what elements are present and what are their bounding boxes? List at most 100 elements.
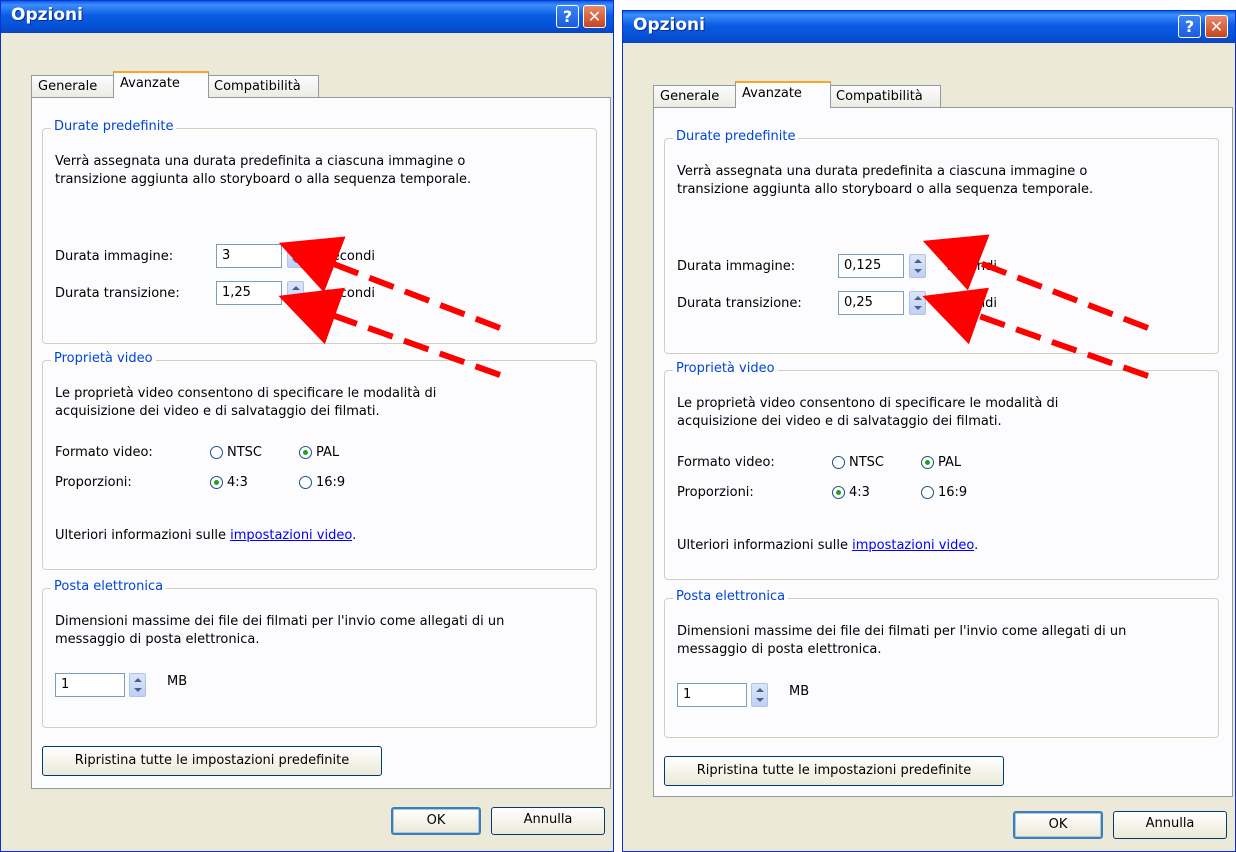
durata-immagine-unit: secondi — [325, 249, 375, 264]
tab-panel-avanzate: Durate predefinite Verrà assegnata una d… — [653, 107, 1233, 797]
video-description-line2: acquisizione dei video e di salvataggio … — [677, 414, 1002, 429]
video-info-suffix: . — [974, 538, 979, 553]
durata-transizione-label: Durata transizione: — [677, 296, 802, 311]
close-icon[interactable]: ✕ — [583, 5, 606, 28]
video-info-prefix: Ulteriori informazioni sulle — [55, 528, 226, 543]
ok-button[interactable]: OK — [391, 807, 481, 835]
ok-button[interactable]: OK — [1013, 811, 1103, 839]
mail-size-input[interactable]: 1 — [55, 673, 125, 697]
radio-16-9-label[interactable]: 16:9 — [316, 474, 345, 491]
radio-ntsc[interactable] — [832, 456, 845, 469]
cancel-button[interactable]: Annulla — [491, 807, 605, 835]
radio-16-9[interactable] — [921, 486, 934, 499]
durate-description-line1: Verrà assegnata una durata predefinita a… — [677, 164, 1088, 179]
radio-4-3[interactable] — [832, 486, 845, 499]
group-posta-elettronica: Posta elettronica Dimensioni massime dei… — [664, 589, 1219, 738]
mail-size-unit: MB — [167, 674, 188, 689]
options-dialog-left: Opzioni ? ✕ Generale Avanzate Compatibil… — [0, 0, 614, 852]
tab-panel-avanzate: Durate predefinite Verrà assegnata una d… — [31, 97, 611, 789]
mail-description-line1: Dimensioni massime dei file dei filmati … — [677, 624, 1127, 639]
radio-pal-label[interactable]: PAL — [938, 454, 961, 471]
durate-description-line2: transizione aggiunta allo storyboard o a… — [55, 172, 472, 187]
video-description-line1: Le proprietà video consentono di specifi… — [55, 386, 437, 401]
video-info-text: Ulteriori informazioni sulle impostazion… — [55, 527, 356, 544]
legend-posta: Posta elettronica — [51, 579, 167, 594]
close-icon[interactable]: ✕ — [1205, 15, 1228, 38]
radio-pal[interactable] — [921, 456, 934, 469]
title-bar[interactable]: Opzioni ? ✕ — [1, 1, 613, 33]
group-durate-predefinite: Durate predefinite Verrà assegnata una d… — [664, 129, 1219, 354]
legend-video: Proprietà video — [673, 361, 778, 376]
mail-size-spinner[interactable] — [129, 673, 146, 697]
mail-size-unit: MB — [789, 684, 810, 699]
durata-transizione-unit: secondi — [947, 296, 997, 311]
legend-video: Proprietà video — [51, 351, 156, 366]
mail-description-line2: messaggio di posta elettronica. — [55, 632, 260, 647]
durata-immagine-spinner[interactable] — [287, 244, 304, 268]
impostazioni-video-link[interactable]: impostazioni video — [230, 528, 352, 543]
durata-immagine-input[interactable]: 0,125 — [838, 254, 904, 278]
video-description-line1: Le proprietà video consentono di specifi… — [677, 396, 1059, 411]
video-description-line2: acquisizione dei video e di salvataggio … — [55, 404, 380, 419]
tab-avanzate[interactable]: Avanzate — [735, 81, 831, 108]
tab-strip: Generale Avanzate Compatibilità — [653, 81, 1213, 108]
radio-pal[interactable] — [299, 446, 312, 459]
durata-transizione-unit: secondi — [325, 286, 375, 301]
title-bar[interactable]: Opzioni ? ✕ — [623, 11, 1235, 43]
reset-defaults-button[interactable]: Ripristina tutte le impostazioni predefi… — [664, 756, 1004, 786]
mail-description-line1: Dimensioni massime dei file dei filmati … — [55, 614, 505, 629]
impostazioni-video-link[interactable]: impostazioni video — [852, 538, 974, 553]
radio-16-9[interactable] — [299, 476, 312, 489]
tab-compatibilita[interactable]: Compatibilità — [829, 85, 941, 107]
durata-immagine-unit: secondi — [947, 259, 997, 274]
legend-durate: Durate predefinite — [51, 119, 177, 134]
formato-video-label: Formato video: — [677, 455, 775, 470]
video-info-text: Ulteriori informazioni sulle impostazion… — [677, 537, 978, 554]
radio-ntsc[interactable] — [210, 446, 223, 459]
durate-description-line1: Verrà assegnata una durata predefinita a… — [55, 154, 466, 169]
durata-immagine-input[interactable]: 3 — [216, 244, 282, 268]
durate-description-line2: transizione aggiunta allo storyboard o a… — [677, 182, 1094, 197]
legend-durate: Durate predefinite — [673, 129, 799, 144]
group-proprieta-video: Proprietà video Le proprietà video conse… — [664, 361, 1219, 580]
help-icon[interactable]: ? — [1178, 15, 1201, 38]
formato-video-label: Formato video: — [55, 445, 153, 460]
tab-generale[interactable]: Generale — [31, 75, 115, 97]
durata-transizione-input[interactable]: 0,25 — [838, 291, 904, 315]
mail-size-spinner[interactable] — [751, 683, 768, 707]
radio-ntsc-label[interactable]: NTSC — [849, 454, 884, 471]
tab-avanzate[interactable]: Avanzate — [113, 71, 209, 98]
video-info-suffix: . — [352, 528, 357, 543]
proporzioni-label: Proporzioni: — [55, 475, 132, 490]
durata-immagine-label: Durata immagine: — [55, 249, 174, 264]
proporzioni-label: Proporzioni: — [677, 485, 754, 500]
mail-size-input[interactable]: 1 — [677, 683, 747, 707]
radio-16-9-label[interactable]: 16:9 — [938, 484, 967, 501]
help-icon[interactable]: ? — [556, 5, 579, 28]
radio-pal-label[interactable]: PAL — [316, 444, 339, 461]
durata-immagine-spinner[interactable] — [909, 254, 926, 278]
radio-4-3-label[interactable]: 4:3 — [849, 484, 870, 501]
durata-transizione-spinner[interactable] — [909, 291, 926, 315]
cancel-button[interactable]: Annulla — [1113, 811, 1227, 839]
tab-compatibilita[interactable]: Compatibilità — [207, 75, 319, 97]
radio-4-3-label[interactable]: 4:3 — [227, 474, 248, 491]
durata-transizione-spinner[interactable] — [287, 281, 304, 305]
group-durate-predefinite: Durate predefinite Verrà assegnata una d… — [42, 119, 597, 344]
window-title: Opzioni — [633, 15, 705, 35]
window-title: Opzioni — [11, 5, 83, 25]
radio-4-3[interactable] — [210, 476, 223, 489]
reset-defaults-button[interactable]: Ripristina tutte le impostazioni predefi… — [42, 746, 382, 776]
durata-transizione-label: Durata transizione: — [55, 286, 180, 301]
tab-generale[interactable]: Generale — [653, 85, 737, 107]
group-proprieta-video: Proprietà video Le proprietà video conse… — [42, 351, 597, 570]
options-dialog-right: Opzioni ? ✕ Generale Avanzate Compatibil… — [622, 10, 1236, 852]
durata-transizione-input[interactable]: 1,25 — [216, 281, 282, 305]
legend-posta: Posta elettronica — [673, 589, 789, 604]
video-info-prefix: Ulteriori informazioni sulle — [677, 538, 848, 553]
tab-strip: Generale Avanzate Compatibilità — [31, 71, 591, 98]
radio-ntsc-label[interactable]: NTSC — [227, 444, 262, 461]
durata-immagine-label: Durata immagine: — [677, 259, 796, 274]
mail-description-line2: messaggio di posta elettronica. — [677, 642, 882, 657]
group-posta-elettronica: Posta elettronica Dimensioni massime dei… — [42, 579, 597, 728]
